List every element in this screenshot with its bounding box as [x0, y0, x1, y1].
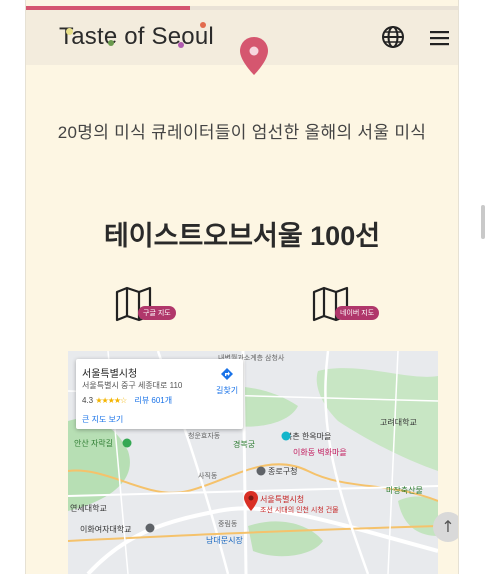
map-label: 이화여자대학교: [80, 525, 132, 534]
map-pin-icon: [240, 37, 268, 75]
logo-dot-decoration: [66, 28, 73, 35]
map-label: 북촌 한옥마을: [285, 432, 332, 441]
scroll-to-top-button[interactable]: ↑: [433, 512, 458, 542]
place-rating: 4.3 ★★★★☆ 리뷰 601개: [82, 395, 172, 406]
logo-dot-decoration: [200, 22, 206, 28]
map-label: 종로구청: [268, 467, 298, 476]
menu-button[interactable]: [428, 26, 452, 50]
logo-dot-decoration: [108, 40, 114, 46]
poi-marker-icon: [256, 466, 266, 476]
map-label: 연세대학교: [70, 504, 107, 513]
map-label: 마장축산물: [386, 486, 423, 495]
site-logo[interactable]: Taste of Seoul: [59, 23, 214, 51]
map-label: 사직동: [198, 473, 218, 480]
map-label: 조선 시대의 인천 시청 건물: [260, 507, 339, 514]
poi-marker-icon: [122, 438, 132, 448]
map-label: 청운효자동: [188, 433, 221, 440]
google-map-link[interactable]: 구글 지도: [114, 286, 184, 326]
larger-map-link[interactable]: 큰 지도 보기: [82, 414, 123, 425]
page-title: 테이스트오브서울 100선: [103, 221, 381, 251]
map-label: 남대문시장: [206, 536, 243, 545]
map-label: 이화동 벽화마을: [293, 448, 347, 457]
map-label: 경복궁: [233, 440, 256, 449]
globe-icon: [382, 26, 404, 48]
place-info-card: 서울특별시청 서울특별시 중구 세종대로 110 4.3 ★★★★☆ 리뷰 60…: [76, 359, 243, 429]
poi-marker-icon: [281, 431, 291, 441]
map-label: 중림동: [218, 521, 238, 528]
directions-label[interactable]: 길찾기: [216, 385, 238, 396]
rating-stars: ★★★★☆: [95, 396, 127, 405]
rating-value: 4.3: [82, 396, 94, 405]
page-scrollbar[interactable]: [481, 205, 485, 239]
directions-icon[interactable]: [220, 367, 234, 381]
place-name: 서울특별시청: [82, 369, 138, 380]
poi-marker-icon: [145, 523, 155, 533]
embedded-map[interactable]: 내변월과소계층 삼청사 안산 자락길 경복궁 북촌 한옥마을 이화동 벽화마을 …: [68, 351, 438, 574]
map-label: 안산 자락길: [74, 439, 114, 448]
map-link-badge: 네이버 지도: [335, 306, 380, 320]
map-marker-icon: [244, 491, 258, 511]
arrow-up-icon: ↑: [441, 517, 455, 536]
language-button[interactable]: [380, 24, 406, 50]
naver-map-link[interactable]: 네이버 지도: [311, 286, 381, 326]
place-address: 서울특별시 중구 세종대로 110: [82, 381, 183, 390]
hamburger-menu-icon: [430, 31, 449, 46]
page-frame: Taste of Seoul 20명의 미식 큐레이터들이 엄선한 올해의 서울…: [25, 0, 459, 574]
reviews-link[interactable]: 리뷰 601개: [134, 396, 172, 405]
map-label: 서울특별시청: [260, 495, 305, 504]
map-label: 고려대학교: [380, 418, 417, 427]
hero-tagline: 20명의 미식 큐레이터들이 엄선한 올해의 서울 미식: [57, 123, 427, 142]
logo-dot-decoration: [178, 42, 184, 48]
map-link-badge: 구글 지도: [138, 306, 176, 320]
